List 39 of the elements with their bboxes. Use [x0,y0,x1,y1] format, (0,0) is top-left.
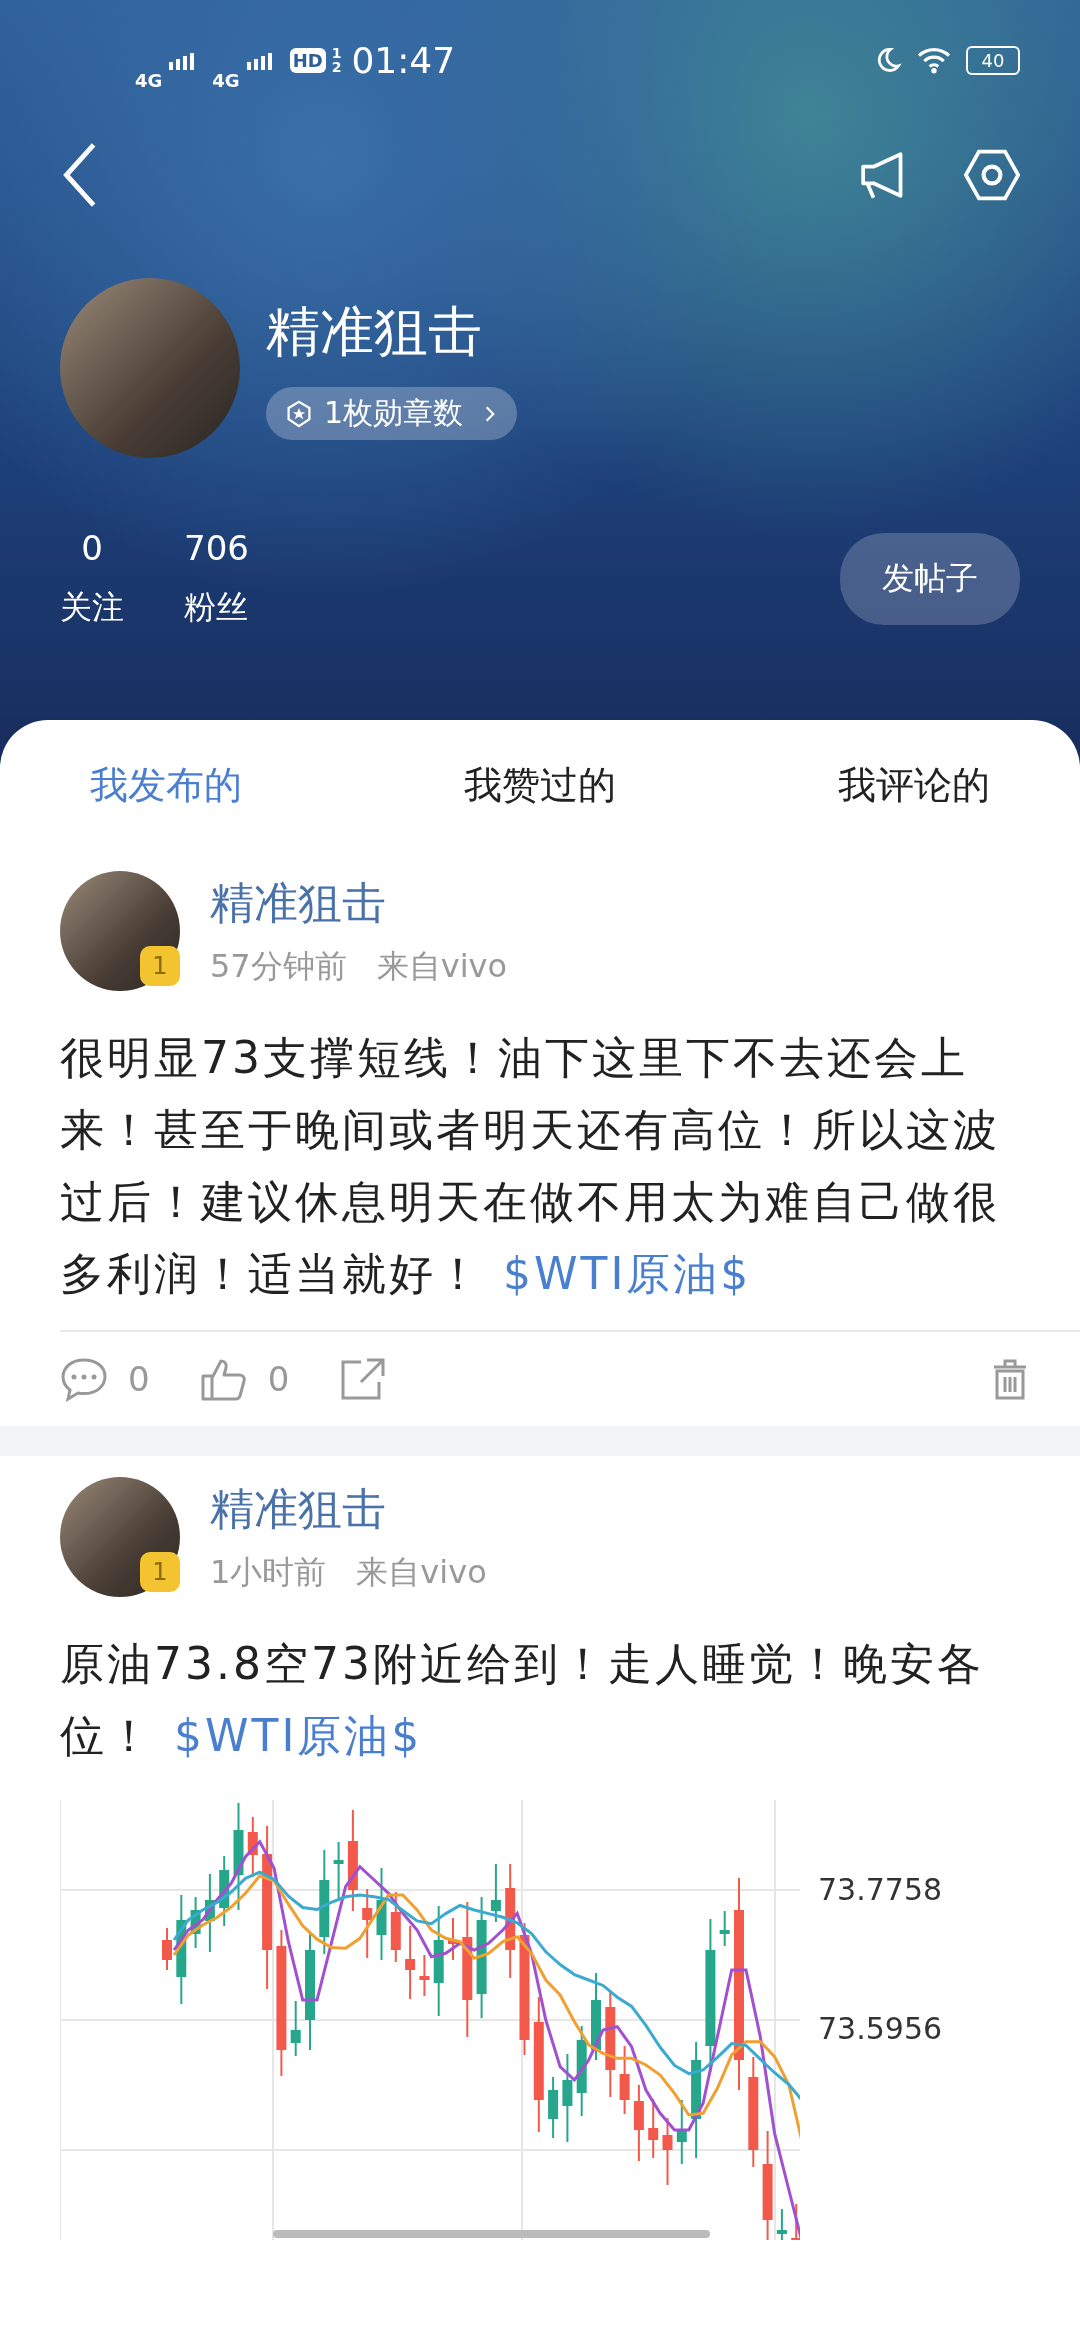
chevron-icon [485,404,496,423]
wifi-icon [916,46,952,74]
tab[interactable]: 我发布的 [90,759,242,811]
post-time: 57分钟前 [210,945,347,987]
stat-label[interactable]: 粉丝 [184,586,249,630]
medal-icon [286,399,312,428]
topic-link[interactable]: $WTI原油$ [503,1248,752,1299]
sim-slot-label: 1 [331,46,342,60]
post-time: 1小时前 [210,1551,327,1593]
comment-count: 0 [128,1359,150,1399]
tab[interactable]: 我评论的 [838,759,990,811]
price-label: 73.5956 [818,2011,943,2046]
stat-value[interactable]: 706 [184,528,249,568]
comment-icon[interactable] [60,1356,108,1402]
author-name[interactable]: 精准狙击 [210,1479,487,1539]
hd-label: HD [289,47,326,73]
create-post-button[interactable]: 发帖子 [840,533,1020,625]
author-name[interactable]: 精准狙击 [210,873,508,933]
level-badge: 1 [140,946,180,986]
battery-icon: 40 [966,45,1020,75]
level-badge: 1 [140,1552,180,1592]
topic-link[interactable]: $WTI原油$ [174,1710,423,1761]
sim-slot-label: 2 [331,60,342,74]
like-count: 0 [267,1359,290,1399]
post-text: 很明显73支撑短线！油下这里下不去还会上来！甚至于晚间或者明天还有高位！所以这波过后！建议休息明天在做不用太为难自己做很多利润！适当就好！ $WTI原油$ [60,1031,1001,1301]
tab[interactable]: 我赞过的 [464,759,616,811]
post-source: 来自vivo [376,945,508,987]
profile-name: 精准狙击 [266,299,483,365]
price-label: 73.7758 [818,1872,943,1907]
network-label: 4G [212,69,240,91]
stat-value[interactable]: 0 [81,528,103,568]
stat-label[interactable]: 关注 [60,586,124,630]
status-time: 01:47 [351,39,456,81]
post-text: 原油73.8空73附近给到！走人睡觉！晚安各位！ $WTI原油$ [60,1637,985,1763]
network-label: 4G [135,69,163,91]
medal-count-button[interactable]: 1枚勋章数 [266,387,518,440]
settings-icon[interactable] [964,148,1020,202]
post-source: 来自vivo [356,1551,487,1593]
share-icon[interactable] [339,1356,388,1402]
